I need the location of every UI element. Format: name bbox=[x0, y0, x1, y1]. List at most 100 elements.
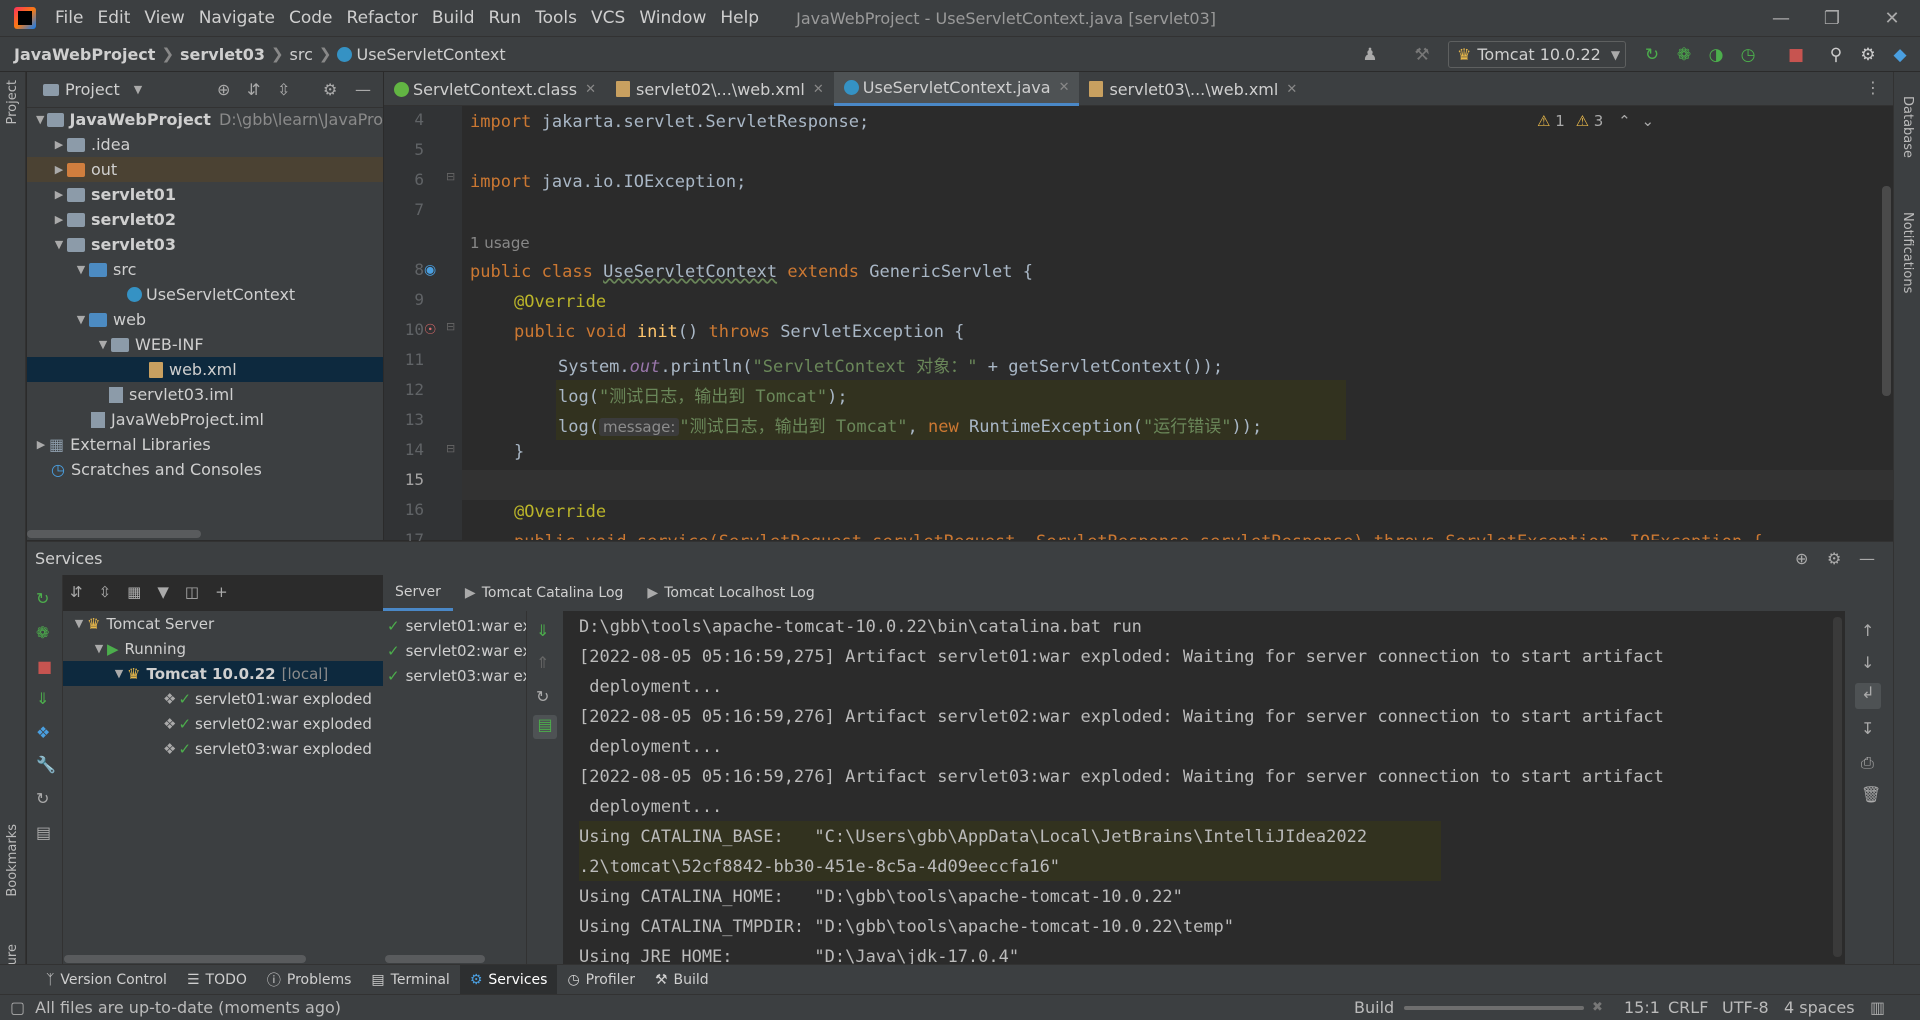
filter-icon[interactable]: ▼ bbox=[157, 583, 185, 601]
servlet-gutter-icon[interactable]: ◉ bbox=[424, 262, 436, 278]
chevron-up-icon[interactable]: ⌃ bbox=[1618, 112, 1631, 130]
trash-icon[interactable]: 🗑 bbox=[1861, 785, 1881, 804]
soft-wrap-icon[interactable]: ↲ bbox=[1855, 683, 1881, 709]
tab-terminal[interactable]: ▤ Terminal bbox=[361, 965, 459, 995]
menu-run[interactable]: Run bbox=[482, 8, 529, 28]
tree-item-artifact[interactable]: ❖ ✓ servlet03:war exploded bbox=[63, 736, 383, 761]
tree-item-external-libraries[interactable]: ▶ ▦ External Libraries bbox=[27, 432, 383, 457]
collapse-all-icon[interactable]: ⇳ bbox=[99, 583, 128, 601]
refresh-icon[interactable]: ↻ bbox=[36, 789, 49, 808]
minimize-icon[interactable]: — bbox=[1753, 0, 1809, 36]
rerun-icon[interactable]: ↻ bbox=[36, 589, 49, 608]
breadcrumb-project[interactable]: JavaWebProject bbox=[14, 45, 155, 64]
menu-help[interactable]: Help bbox=[713, 8, 766, 28]
close-icon[interactable]: ✕ bbox=[813, 82, 824, 97]
search-icon[interactable]: ⚲ bbox=[1826, 45, 1846, 65]
horizontal-scrollbar[interactable] bbox=[27, 530, 201, 538]
menu-edit[interactable]: Edit bbox=[90, 8, 137, 28]
menu-refactor[interactable]: Refactor bbox=[340, 8, 425, 28]
tree-item-idea[interactable]: ▶ .idea bbox=[27, 132, 383, 157]
tab-version-control[interactable]: ᛉ Version Control bbox=[36, 965, 177, 995]
fold-icon[interactable]: ⊟ bbox=[446, 320, 455, 333]
tab-services[interactable]: ⚙ Services bbox=[459, 964, 558, 995]
menu-tools[interactable]: Tools bbox=[528, 8, 584, 28]
tree-item-artifact[interactable]: ❖ ✓ servlet01:war exploded bbox=[63, 686, 383, 711]
tab-useservletcontext-java[interactable]: UseServletContext.java ✕ bbox=[833, 72, 1080, 106]
database-tool-tab[interactable]: Database bbox=[1900, 96, 1915, 158]
console-output[interactable]: D:\gbb\tools\apache-tomcat-10.0.22\bin\c… bbox=[563, 611, 1845, 964]
usage-hint[interactable]: 1 usage bbox=[470, 234, 530, 252]
tab-servlet02-web-xml[interactable]: servlet02\...\web.xml ✕ bbox=[606, 72, 834, 106]
user-icon[interactable]: ♟ bbox=[1360, 45, 1380, 65]
line-separator[interactable]: CRLF bbox=[1668, 998, 1708, 1017]
project-panel-title[interactable]: Project bbox=[65, 80, 120, 99]
tab-server[interactable]: Server bbox=[383, 575, 453, 611]
background-task[interactable]: Build bbox=[1354, 998, 1394, 1017]
deployment-item[interactable]: ✓ servlet03:war ex bbox=[383, 663, 526, 688]
locate-icon[interactable]: ⊕ bbox=[217, 80, 230, 99]
deploy-icon[interactable]: ⇓ bbox=[536, 621, 549, 640]
debug-icon[interactable]: ❁ bbox=[36, 623, 49, 642]
tree-item-servlet02[interactable]: ▶ servlet02 bbox=[27, 207, 383, 232]
hide-icon[interactable]: — bbox=[1859, 549, 1875, 568]
coverage-icon[interactable]: ◑ bbox=[1706, 45, 1726, 65]
gear-icon[interactable]: ⚙ bbox=[1858, 45, 1878, 65]
code-editor[interactable]: import jakarta.servlet.ServletResponse; … bbox=[462, 106, 1893, 540]
more-tabs-icon[interactable]: ⋮ bbox=[1865, 78, 1881, 97]
artifact-icon[interactable]: ❖ bbox=[36, 723, 50, 742]
chevron-down-icon[interactable]: ▼ bbox=[134, 83, 142, 96]
gear-icon[interactable]: ⚙ bbox=[1827, 549, 1841, 568]
notifications-tool-tab[interactable]: Notifications bbox=[1900, 212, 1915, 293]
collapse-all-icon[interactable]: ⇳ bbox=[277, 80, 290, 99]
chevron-down-icon[interactable]: ⌄ bbox=[1641, 112, 1654, 130]
menu-window[interactable]: Window bbox=[632, 8, 713, 28]
wrench-icon[interactable]: 🔧 bbox=[36, 755, 56, 774]
project-tool-tab[interactable]: Project bbox=[5, 80, 20, 124]
tree-item-scratches[interactable]: ◷ Scratches and Consoles bbox=[27, 457, 383, 482]
horizontal-scrollbar[interactable] bbox=[385, 955, 485, 963]
tree-item-servlet01[interactable]: ▶ servlet01 bbox=[27, 182, 383, 207]
tree-item-artifact[interactable]: ❖ ✓ servlet02:war exploded bbox=[63, 711, 383, 736]
undeploy-icon[interactable]: ⇑ bbox=[536, 653, 549, 672]
tree-item-tomcat-server[interactable]: ▼ ♛ Tomcat Server bbox=[63, 611, 383, 636]
file-encoding[interactable]: UTF-8 bbox=[1722, 998, 1769, 1017]
tab-problems[interactable]: ⓘ Problems bbox=[257, 965, 362, 995]
tab-catalina-log[interactable]: ▶ Tomcat Catalina Log bbox=[453, 575, 635, 611]
indent-setting[interactable]: 4 spaces bbox=[1784, 998, 1855, 1017]
arrow-down-icon[interactable]: ↓ bbox=[1861, 653, 1874, 672]
run-configuration-select[interactable]: ♛ Tomcat 10.0.22 ▼ bbox=[1448, 41, 1626, 68]
caret-position[interactable]: 15:1 bbox=[1624, 998, 1660, 1017]
menu-vcs[interactable]: VCS bbox=[584, 8, 632, 28]
tree-item-root[interactable]: ▼ JavaWebProject D:\gbb\learn\JavaPro bbox=[27, 107, 383, 132]
cancel-icon[interactable]: ✖ bbox=[1592, 1000, 1603, 1015]
bookmarks-tool-tab[interactable]: Bookmarks bbox=[5, 824, 20, 897]
rerun-icon[interactable]: ↻ bbox=[1642, 45, 1662, 65]
tree-item-out[interactable]: ▶ out bbox=[27, 157, 383, 182]
arrow-up-icon[interactable]: ↑ bbox=[1861, 621, 1874, 640]
expand-all-icon[interactable]: ⇵ bbox=[70, 583, 99, 601]
tree-item-useservletcontext[interactable]: UseServletContext bbox=[27, 282, 383, 307]
expand-all-icon[interactable]: ⇵ bbox=[247, 80, 260, 99]
menu-build[interactable]: Build bbox=[425, 8, 482, 28]
new-service-icon[interactable]: ◫ bbox=[185, 583, 215, 601]
breadcrumb-class[interactable]: UseServletContext bbox=[356, 45, 505, 64]
fold-icon[interactable]: ⊟ bbox=[446, 170, 455, 183]
close-icon[interactable]: ✕ bbox=[585, 82, 596, 97]
menu-view[interactable]: View bbox=[137, 8, 191, 28]
menu-file[interactable]: File bbox=[48, 8, 90, 28]
tree-item-web-xml[interactable]: web.xml bbox=[27, 357, 383, 382]
deployment-item[interactable]: ✓ servlet01:war ex bbox=[383, 613, 526, 638]
refresh-icon[interactable]: ↻ bbox=[536, 687, 549, 706]
tab-todo[interactable]: ☰ TODO bbox=[177, 965, 257, 995]
horizontal-scrollbar[interactable] bbox=[64, 955, 306, 963]
deployment-item[interactable]: ✓ servlet02:war ex bbox=[383, 638, 526, 663]
add-icon[interactable]: ⊕ bbox=[1795, 549, 1808, 568]
breadcrumb-module[interactable]: servlet03 bbox=[180, 45, 265, 64]
deploy-icon[interactable]: ⇓ bbox=[36, 689, 49, 708]
panel-toggle-icon[interactable]: ▢ bbox=[10, 998, 25, 1017]
profile-icon[interactable]: ◷ bbox=[1738, 45, 1758, 65]
debug-icon[interactable]: ❁ bbox=[1674, 45, 1694, 65]
breadcrumb-src[interactable]: src bbox=[290, 45, 313, 64]
close-icon[interactable]: ✕ bbox=[1286, 82, 1297, 97]
tree-item-web-inf[interactable]: ▼ WEB-INF bbox=[27, 332, 383, 357]
